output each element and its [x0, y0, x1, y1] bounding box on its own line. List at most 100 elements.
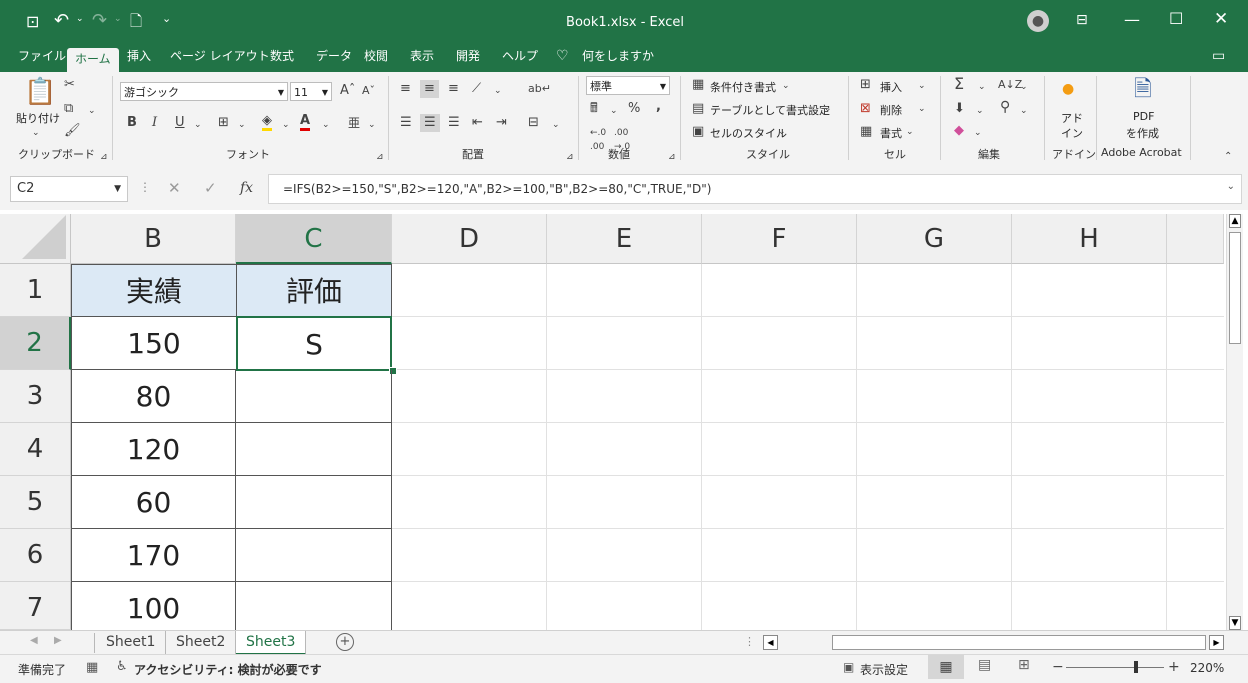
zoom-in-icon[interactable]: + — [1168, 659, 1180, 675]
maximize-icon[interactable]: ☐ — [1169, 9, 1183, 28]
delete-cells-icon[interactable]: ⊠ — [860, 102, 871, 116]
row-header-1[interactable]: 1 — [0, 264, 71, 317]
sheet-tab-sheet2[interactable]: Sheet2 — [166, 631, 237, 655]
clear-icon[interactable]: ◆ — [954, 124, 964, 138]
autosave-icon[interactable]: ⊡ — [26, 12, 39, 31]
tab-data[interactable]: データ — [316, 44, 352, 72]
row-header-5[interactable]: 5 — [0, 476, 71, 529]
cell-b2[interactable]: 150 — [71, 317, 236, 370]
increase-decimal-icon[interactable]: ←.0.00 — [590, 126, 606, 154]
column-header-d[interactable]: D — [392, 214, 547, 264]
merge-center-icon[interactable]: ⊟ — [528, 116, 539, 130]
tab-insert[interactable]: 挿入 — [127, 44, 151, 72]
customize-qat-icon[interactable]: ⌄ — [162, 12, 171, 25]
search-icon[interactable]: ⚲ — [1000, 100, 1010, 114]
addins-button-line1[interactable]: アド — [1061, 110, 1083, 126]
page-layout-view-icon[interactable]: ▤ — [978, 657, 991, 673]
cell-b7[interactable]: 100 — [71, 582, 236, 630]
scroll-right-icon[interactable]: ▶ — [1209, 635, 1224, 650]
increase-font-size-icon[interactable]: Aˆ — [340, 84, 355, 98]
number-format-combo[interactable]: 標準 ▼ — [586, 76, 670, 95]
fill-dropdown-icon[interactable]: ⌄ — [976, 104, 984, 118]
cell-c2[interactable]: S — [236, 316, 392, 371]
autosum-icon[interactable]: Σ — [954, 76, 964, 92]
chevron-down-icon[interactable]: ⌄ — [824, 102, 832, 116]
font-color-dropdown-icon[interactable]: ⌄ — [322, 118, 330, 132]
sheet-tab-sheet1[interactable]: Sheet1 — [96, 631, 167, 655]
delete-cells-button[interactable]: 削除 — [880, 102, 902, 118]
zoom-slider-thumb[interactable] — [1134, 661, 1138, 673]
accessibility-status[interactable]: アクセシビリティ: 検討が必要です — [134, 661, 322, 678]
scroll-down-icon[interactable]: ▼ — [1229, 616, 1241, 630]
align-left-icon[interactable]: ☰ — [400, 116, 412, 130]
percent-style-button[interactable]: % — [628, 102, 640, 116]
align-center-icon[interactable]: ☰ — [420, 114, 440, 132]
scroll-sheets-right-icon[interactable]: ▶ — [54, 635, 62, 646]
phonetic-dropdown-icon[interactable]: ⌄ — [368, 118, 376, 132]
cancel-icon[interactable]: ✕ — [168, 179, 181, 197]
clear-dropdown-icon[interactable]: ⌄ — [974, 126, 982, 140]
column-header-partial[interactable] — [1167, 214, 1224, 264]
accessibility-icon[interactable]: ♿ — [116, 659, 128, 674]
vertical-scrollbar[interactable]: ▲ ▼ — [1226, 214, 1243, 630]
addins-icon[interactable]: ● — [1062, 82, 1074, 96]
cell-b5[interactable]: 60 — [71, 476, 236, 529]
merge-dropdown-icon[interactable]: ⌄ — [552, 118, 560, 132]
account-icon[interactable]: ● — [1027, 10, 1049, 32]
zoom-out-icon[interactable]: − — [1052, 659, 1064, 675]
orientation-icon[interactable]: ⟋ — [472, 82, 481, 96]
page-break-view-icon[interactable]: ⊞ — [1018, 657, 1030, 673]
column-header-b[interactable]: B — [71, 214, 236, 264]
phonetic-icon[interactable]: 亜 — [348, 116, 360, 130]
tab-page-layout[interactable]: ページ レイアウト — [170, 44, 270, 72]
horizontal-scroll-thumb[interactable] — [832, 635, 1206, 650]
comma-style-button[interactable]: , — [656, 100, 661, 114]
select-all-corner[interactable] — [0, 214, 71, 264]
insert-cells-button[interactable]: 挿入 — [880, 79, 902, 95]
decrease-indent-icon[interactable]: ⇤ — [472, 116, 483, 130]
chevron-down-icon[interactable]: ⌄ — [906, 125, 914, 139]
normal-view-icon[interactable]: ▦ — [928, 655, 964, 679]
tab-view[interactable]: 表示 — [410, 44, 434, 72]
sheet-tab-sheet3[interactable]: Sheet3 — [236, 631, 307, 655]
row-header-3[interactable]: 3 — [0, 370, 71, 423]
autosum-dropdown-icon[interactable]: ⌄ — [978, 80, 986, 94]
undo-icon[interactable]: ↶ — [54, 10, 69, 31]
font-color-icon[interactable]: A — [300, 114, 311, 131]
paste-button-label[interactable]: 貼り付け — [16, 110, 60, 126]
fill-color-icon[interactable]: ◈ — [262, 114, 272, 131]
tell-me-search[interactable]: 何をしますか — [582, 44, 654, 72]
column-header-h[interactable]: H — [1012, 214, 1167, 264]
expand-formula-bar-icon[interactable]: ⌄ — [1227, 181, 1235, 192]
font-name-combo[interactable]: 游ゴシック ▼ — [120, 82, 288, 101]
font-size-combo[interactable]: 11 ▼ — [290, 82, 332, 101]
chevron-down-icon[interactable]: ⌄ — [918, 102, 926, 116]
column-header-c[interactable]: C — [236, 214, 392, 264]
fill-color-dropdown-icon[interactable]: ⌄ — [282, 118, 290, 132]
tab-help[interactable]: ヘルプ — [502, 44, 538, 72]
tab-formulas[interactable]: 数式 — [270, 44, 294, 72]
horizontal-scrollbar[interactable]: ◀ ▶ — [760, 634, 1224, 651]
tab-developer[interactable]: 開発 — [456, 44, 480, 72]
close-icon[interactable]: ✕ — [1214, 9, 1228, 29]
redo-icon[interactable]: ↷ — [92, 10, 107, 31]
name-box[interactable]: C2 ▼ — [10, 176, 128, 202]
cell-b3[interactable]: 80 — [71, 370, 236, 423]
column-header-e[interactable]: E — [547, 214, 702, 264]
minimize-icon[interactable]: — — [1124, 10, 1140, 29]
row-header-4[interactable]: 4 — [0, 423, 71, 476]
copy-icon[interactable]: ⧉ — [64, 102, 73, 116]
orientation-dropdown-icon[interactable]: ⌄ — [494, 84, 502, 98]
align-top-icon[interactable]: ≡ — [400, 82, 411, 96]
cell-b6[interactable]: 170 — [71, 529, 236, 582]
column-header-f[interactable]: F — [702, 214, 857, 264]
align-middle-icon[interactable]: ≡ — [420, 80, 439, 98]
clipboard-launcher-icon[interactable]: ⊿ — [100, 150, 108, 164]
find-dropdown-icon[interactable]: ⌄ — [1020, 104, 1028, 118]
column-header-g[interactable]: G — [857, 214, 1012, 264]
display-settings-icon[interactable]: ▣ — [843, 660, 854, 674]
copy-dropdown-icon[interactable]: ⌄ — [88, 104, 96, 118]
insert-cells-icon[interactable]: ⊞ — [860, 78, 871, 92]
conditional-formatting-icon[interactable]: ▦ — [692, 78, 704, 92]
create-pdf-button-line2[interactable]: を作成 — [1126, 125, 1159, 141]
